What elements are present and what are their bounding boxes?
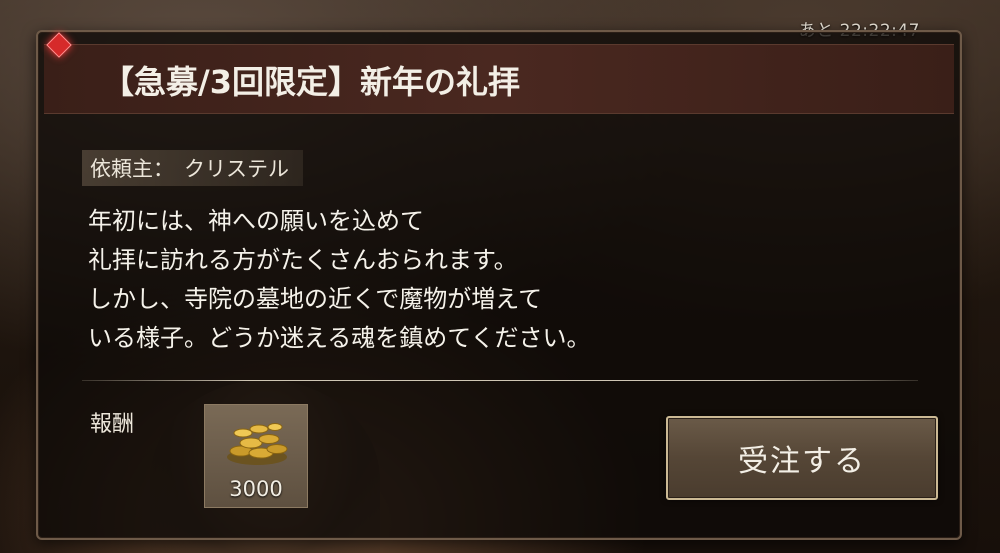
reward-item[interactable]: 3000	[204, 404, 308, 508]
description-line: しかし、寺院の墓地の近くで魔物が増えて	[88, 285, 543, 313]
client-row: 依頼主： クリステル	[82, 150, 303, 186]
gold-coins-icon	[227, 423, 288, 465]
client-name: クリステル	[184, 157, 289, 181]
quest-panel: 【急募/3回限定】新年の礼拝 依頼主： クリステル 年初には、神への願いを込めて…	[36, 30, 962, 540]
description-line: 礼拝に訪れる方がたくさんおられます。	[88, 246, 518, 274]
game-scene: あと 22:22:47 【急募/3回限定】新年の礼拝 依頼主： クリステル 年初…	[0, 0, 1000, 553]
reward-label: 報酬	[90, 412, 135, 437]
accept-quest-button[interactable]: 受注する	[666, 416, 938, 500]
accept-button-label: 受注する	[738, 444, 866, 479]
description-line: 年初には、神への願いを込めて	[88, 207, 424, 235]
divider	[82, 380, 918, 381]
quest-title: 【急募/3回限定】新年の礼拝	[102, 63, 520, 101]
quest-description: 年初には、神への願いを込めて 礼拝に訪れる方がたくさんおられます。 しかし、寺院…	[88, 202, 888, 358]
description-line: いる様子。どうか迷える魂を鎮めてください。	[88, 324, 591, 352]
title-bar: 【急募/3回限定】新年の礼拝	[44, 44, 954, 114]
client-label: 依頼主：	[90, 157, 174, 181]
reward-amount: 3000	[229, 477, 283, 501]
